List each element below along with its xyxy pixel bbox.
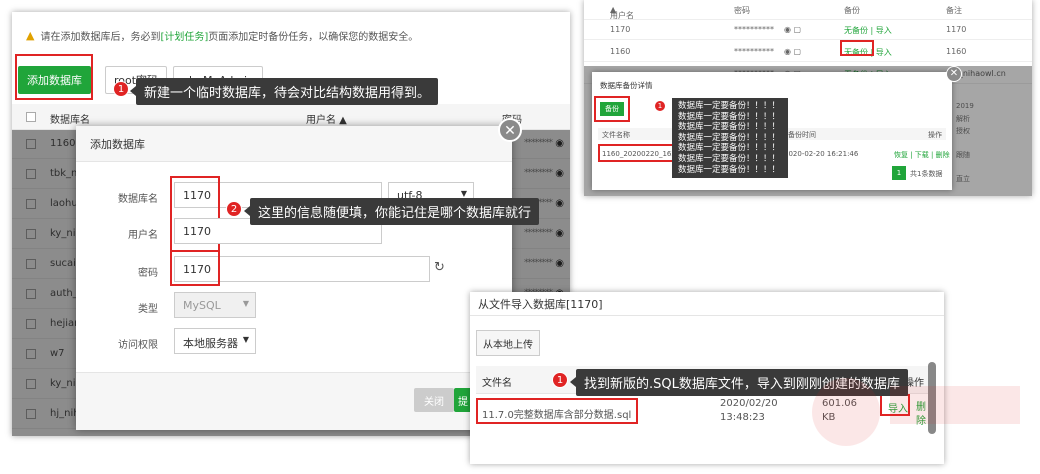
- warning-text: 请在添加数据库后，务必到: [40, 31, 161, 43]
- step-badge: 2: [226, 201, 242, 217]
- watermark-logo: [812, 378, 1020, 446]
- eye-icon[interactable]: ◉ ▢: [784, 25, 801, 34]
- type-select[interactable]: MySQL ▼: [174, 292, 256, 318]
- tooltip-fill-info: 这里的信息随便填，你能记住是哪个数据库就行: [243, 198, 540, 225]
- add-database-modal: 添加数据库 数据库名 1170 utf-8 ▼ 用户名 1170 密码 1170 …: [76, 126, 512, 430]
- tooltip-line: 数据库一定要备份！！！！: [678, 132, 781, 143]
- close-icon[interactable]: ✕: [946, 66, 962, 82]
- import-panel-title: 从文件导入数据库[1170]: [470, 292, 944, 316]
- tooltip-line: 数据库一定要备份！！！！: [678, 111, 781, 122]
- note-cell: 1170: [946, 25, 967, 34]
- eye-icon[interactable]: ◉ ▢: [784, 47, 801, 56]
- select-all-checkbox[interactable]: [26, 112, 36, 122]
- tooltip-line: 数据库一定要备份！！！！: [678, 164, 781, 175]
- cron-task-link[interactable]: [计划任务]: [160, 32, 208, 43]
- backup-actions[interactable]: 恢复 | 下载 | 删除: [894, 150, 950, 160]
- step-badge: 1: [552, 372, 568, 388]
- step-badge: 1: [654, 100, 666, 112]
- user-cell: 1160: [610, 47, 631, 56]
- page-number[interactable]: 1: [892, 166, 906, 180]
- password-mask: **********: [734, 47, 774, 56]
- access-select[interactable]: 本地服务器 ▼: [174, 328, 256, 354]
- import-date: 2020/02/20: [720, 398, 778, 409]
- warning-icon: ▲: [26, 28, 35, 42]
- header-backup: 备份: [844, 6, 860, 15]
- highlight-box: [840, 40, 874, 56]
- tooltip-line: 数据库一定要备份！！！！: [678, 153, 781, 164]
- tooltip-line: 数据库一定要备份！！！！: [678, 143, 781, 154]
- highlight-box: [594, 96, 630, 122]
- tooltip-line: 数据库一定要备份！！！！: [678, 122, 781, 133]
- db-name-label: 数据库名: [118, 194, 158, 205]
- backup-modal-title: 数据库备份详情: [600, 81, 653, 90]
- highlight-box: [170, 250, 220, 286]
- highlight-box: [15, 54, 93, 100]
- password-mask: **********: [734, 25, 774, 34]
- table-row: 1170 ********** ◉ ▢ 无备份 | 导入 1170: [584, 20, 1032, 40]
- warning-text-2: 页面添加定时备份任务，以确保您的数据安全。: [208, 31, 419, 43]
- backup-warning: ▲ 请在添加数据库后，务必到[计划任务]页面添加定时备份任务，以确保您的数据安全…: [26, 26, 566, 44]
- tooltip-must-backup: 数据库一定要备份！！！！ 数据库一定要备份！！！！ 数据库一定要备份！！！！ 数据库一…: [672, 98, 788, 179]
- col-filename: 文件名称: [602, 131, 630, 139]
- header-password: 密码: [734, 6, 750, 15]
- tooltip-create-db: 新建一个临时数据库，待会对比结构数据用得到。: [129, 78, 439, 105]
- col-time: 备份时间: [788, 131, 816, 139]
- password-label: 密码: [138, 268, 158, 279]
- table-header: 用户名 ▲ 密码 备份 备注: [584, 0, 1032, 20]
- step-badge: 1: [113, 81, 129, 97]
- col-op: 操作: [928, 131, 942, 139]
- col-filename: 文件名: [482, 378, 512, 389]
- tooltip-line: 数据库一定要备份！！！！: [678, 101, 781, 111]
- backup-details-panel: 用户名 ▲ 密码 备份 备注 1170 ********** ◉ ▢ 无备份 | 导入…: [584, 0, 1032, 196]
- header-note: 备注: [946, 6, 962, 15]
- username-label: 用户名: [128, 230, 158, 241]
- close-icon[interactable]: ✕: [498, 118, 522, 142]
- modal-title: 添加数据库: [76, 126, 512, 162]
- highlight-box: [476, 398, 638, 424]
- refresh-icon[interactable]: ↻: [434, 260, 445, 275]
- page-total: 共1条数据: [910, 170, 943, 178]
- note-cell: 1160: [946, 47, 967, 56]
- header-db-name: 数据库名: [50, 115, 90, 126]
- import-time: 13:48:23: [720, 412, 765, 423]
- table-row: 1160 ********** ◉ ▢ 无备份 | 导入 1160: [584, 42, 1032, 62]
- access-label: 访问权限: [118, 340, 158, 351]
- user-cell: 1170: [610, 25, 631, 34]
- backup-time: 2020-02-20 16:21:46: [784, 150, 859, 158]
- type-label: 类型: [138, 304, 158, 315]
- upload-local-button[interactable]: 从本地上传: [476, 330, 540, 356]
- header-user: 用户名 ▲: [610, 5, 634, 20]
- backup-link[interactable]: 无备份 | 导入: [844, 25, 892, 36]
- close-button[interactable]: 关闭: [414, 388, 454, 412]
- header-username: 用户名 ▲: [306, 115, 347, 126]
